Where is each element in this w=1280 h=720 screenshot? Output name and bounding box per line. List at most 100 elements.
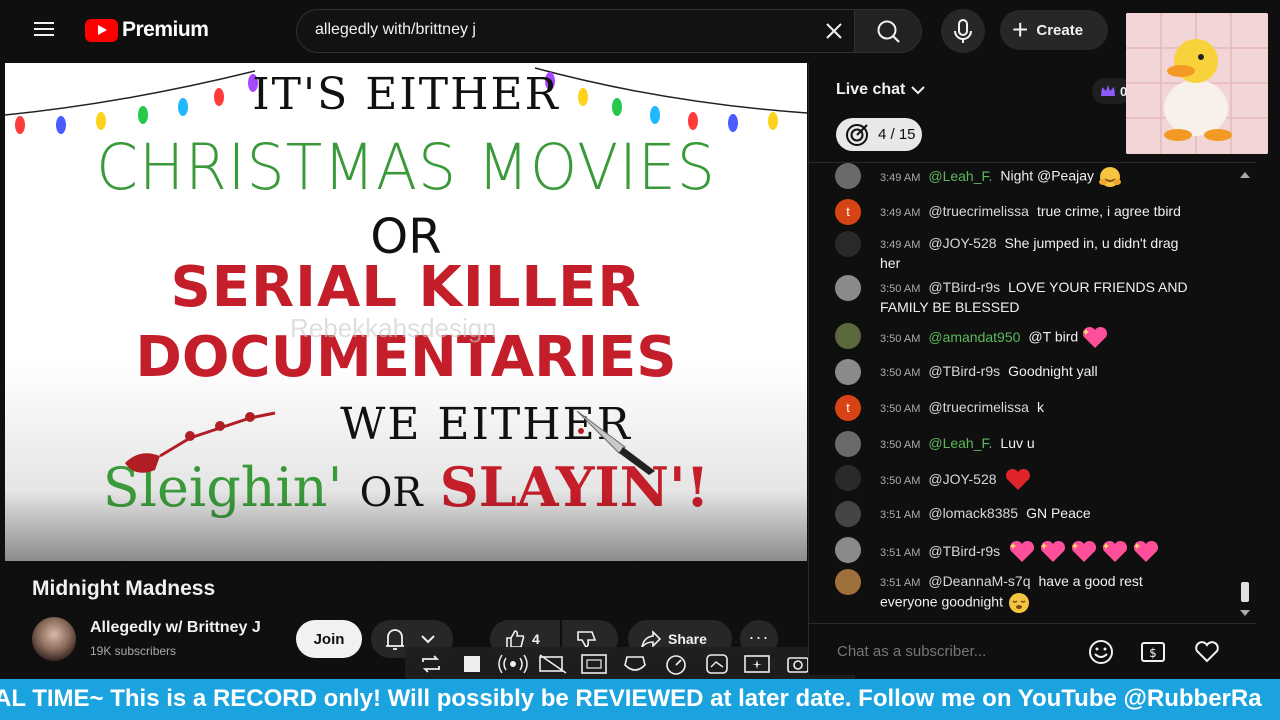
- sparkling-heart-emoji: [1103, 540, 1128, 562]
- hugging-face-emoji: [1098, 167, 1121, 187]
- chat-message-text: Luv u: [1000, 435, 1035, 451]
- screen-region-icon[interactable]: [578, 651, 610, 677]
- webcam-off-icon[interactable]: [537, 651, 569, 677]
- chat-author-name[interactable]: @amandat950: [928, 329, 1020, 345]
- sleepy-face-emoji: [1008, 593, 1029, 613]
- chat-emoji-group: [1005, 468, 1031, 490]
- chat-author-name[interactable]: @TBird-r9s: [928, 363, 1000, 379]
- voice-search-button[interactable]: [941, 9, 985, 53]
- chat-timestamp: 3:49 AM: [880, 171, 921, 184]
- chat-author-name[interactable]: @truecrimelissa: [928, 399, 1029, 415]
- chat-author-name[interactable]: @lomack8385: [928, 505, 1018, 521]
- heart-button[interactable]: [1193, 638, 1221, 666]
- chat-author-avatar[interactable]: [835, 275, 861, 301]
- chat-message-body: 3:50 AM @JOY-528: [880, 468, 1200, 492]
- close-icon[interactable]: [822, 19, 846, 43]
- logo-text: Premium: [122, 18, 209, 41]
- chat-author-name[interactable]: @JOY-528: [928, 471, 996, 487]
- chat-emoji-group: [1098, 167, 1122, 187]
- chat-message-text: She jumped in, u didn't drag her: [880, 235, 1179, 271]
- target-goal-icon: [846, 123, 868, 146]
- speed-gauge-icon[interactable]: [660, 651, 692, 677]
- create-label: Create: [1036, 21, 1084, 39]
- stop-icon[interactable]: [456, 651, 488, 677]
- chat-author-name[interactable]: @JOY-528: [928, 235, 996, 251]
- chat-message-body: 3:51 AM @TBird-r9s: [880, 540, 1200, 564]
- channel-avatar[interactable]: [32, 617, 76, 661]
- youtube-play-icon: [85, 18, 118, 42]
- chat-input[interactable]: [837, 638, 1077, 664]
- chat-author-avatar[interactable]: [835, 501, 861, 527]
- search-icon: [877, 20, 900, 43]
- chat-message-list: 3:49 AM @Leah_F. Night @Peajay t 3:49 AM @tr…: [809, 163, 1239, 613]
- chat-message-text: k: [1036, 399, 1044, 415]
- scrolling-ticker: AL TIME~ This is a RECORD only! Will pos…: [0, 679, 1280, 720]
- chat-author-avatar[interactable]: [835, 323, 861, 349]
- chat-emoji-group: [1082, 326, 1108, 348]
- chat-goal-pill[interactable]: 4 / 15: [836, 118, 922, 151]
- chat-scrollbar-thumb[interactable]: [1241, 582, 1249, 602]
- top-bar: Premium + Create: [0, 0, 1280, 62]
- chat-message-body: 3:51 AM @lomack8385 GN Peace: [880, 504, 1200, 524]
- chat-author-avatar[interactable]: [835, 163, 861, 189]
- chat-message-text: Goodnight yall: [1008, 363, 1098, 379]
- chat-emoji-group: [1008, 540, 1163, 562]
- chat-input-row: $: [809, 623, 1256, 675]
- mic-icon: [954, 19, 972, 43]
- chat-author-name[interactable]: @TBird-r9s: [928, 279, 1000, 295]
- chat-message-text: LOVE YOUR FRIENDS AND FAMILY BE BLESSED: [880, 279, 1188, 315]
- chat-author-name[interactable]: @DeannaM-s7q: [928, 573, 1030, 589]
- chat-author-avatar[interactable]: [835, 359, 861, 385]
- channel-name[interactable]: Allegedly w/ Brittney J: [90, 619, 261, 637]
- like-count: 4: [532, 631, 540, 647]
- chat-author-avatar[interactable]: t: [835, 199, 861, 225]
- chat-message-body: 3:50 AM @TBird-r9s Goodnight yall: [880, 362, 1200, 382]
- artwork-watermark: Rebekkahsdesign: [290, 313, 497, 343]
- santa-sleigh-icon: [125, 411, 276, 473]
- youtube-logo[interactable]: Premium: [85, 18, 209, 42]
- search-button[interactable]: [854, 9, 922, 53]
- create-button[interactable]: + Create: [1000, 10, 1108, 50]
- sticker-icon[interactable]: [701, 651, 733, 677]
- chat-author-name[interactable]: @TBird-r9s: [928, 543, 1000, 559]
- join-button[interactable]: Join: [296, 620, 362, 658]
- search-input[interactable]: [315, 21, 795, 39]
- chat-timestamp: 3:50 AM: [880, 367, 921, 379]
- ai-enhance-icon[interactable]: [742, 651, 774, 677]
- chat-message-text: @T bird: [1028, 328, 1083, 345]
- effects-icon[interactable]: [619, 651, 651, 677]
- knife-icon: [576, 410, 655, 475]
- chat-message-body: 3:50 AM @truecrimelissa k: [880, 398, 1200, 418]
- chat-author-name[interactable]: @Leah_F.: [928, 168, 992, 184]
- smiley-icon: [1089, 640, 1113, 664]
- video-player[interactable]: IT'S EITHER CHRISTMAS MOVIES OR SERIAL K…: [5, 63, 807, 561]
- chat-author-name[interactable]: @Leah_F.: [928, 435, 992, 451]
- chat-timestamp: 3:51 AM: [880, 546, 921, 559]
- video-title: Midnight Madness: [32, 577, 216, 600]
- chat-author-avatar[interactable]: [835, 431, 861, 457]
- chat-timestamp: 3:50 AM: [880, 474, 921, 487]
- chat-timestamp: 3:51 AM: [880, 509, 921, 521]
- chat-author-avatar[interactable]: t: [835, 395, 861, 421]
- scroll-down-arrow-icon[interactable]: [1239, 607, 1251, 619]
- broadcast-icon[interactable]: [497, 651, 529, 677]
- chat-timestamp: 3:50 AM: [880, 283, 921, 295]
- goal-progress: 4 / 15: [878, 126, 916, 143]
- super-chat-button[interactable]: $: [1139, 638, 1167, 666]
- hamburger-menu-icon[interactable]: [30, 18, 60, 44]
- chat-author-avatar[interactable]: [835, 537, 861, 563]
- scroll-up-arrow-icon[interactable]: [1239, 169, 1251, 181]
- chat-author-name[interactable]: @truecrimelissa: [928, 203, 1029, 219]
- search-box: [296, 9, 854, 53]
- chat-author-avatar[interactable]: [835, 465, 861, 491]
- emoji-button[interactable]: [1087, 638, 1115, 666]
- chat-author-avatar[interactable]: [835, 569, 861, 595]
- chat-author-avatar[interactable]: [835, 231, 861, 257]
- artwork-line-4: SERIAL KILLER: [170, 255, 642, 320]
- share-label: Share: [668, 631, 707, 647]
- recording-toolbar: [405, 647, 855, 681]
- live-chat-dropdown[interactable]: Live chat: [836, 81, 926, 99]
- live-chat-panel: Live chat 0 4 / 15 3:49 AM @Leah_F. Night …: [808, 63, 1256, 675]
- loop-icon[interactable]: [415, 651, 447, 677]
- plus-icon: +: [1012, 14, 1029, 45]
